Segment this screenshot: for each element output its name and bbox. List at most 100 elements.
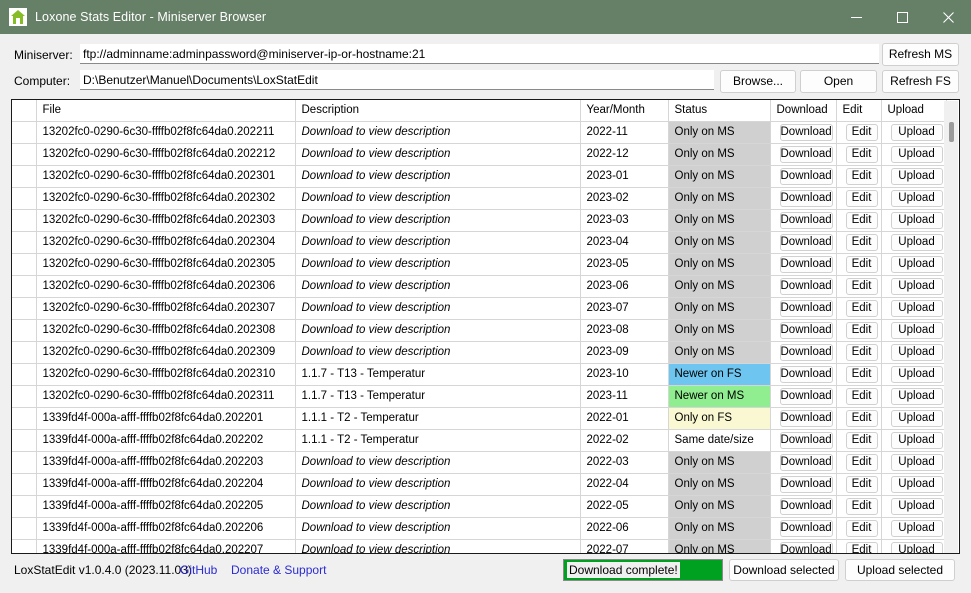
row-edit-button[interactable]: Edit: [845, 277, 878, 295]
row-edit-button[interactable]: Edit: [845, 189, 878, 207]
computer-path-input[interactable]: [80, 70, 714, 90]
open-button[interactable]: Open: [800, 70, 877, 93]
row-edit-button[interactable]: Edit: [845, 255, 878, 273]
row-edit-button[interactable]: Edit: [845, 541, 878, 553]
row-edit-button[interactable]: Edit: [845, 431, 878, 449]
row-upload-button[interactable]: Upload: [890, 387, 943, 405]
column-header-status[interactable]: Status: [668, 100, 771, 122]
upload-selected-button[interactable]: Upload selected: [845, 559, 955, 581]
row-upload-button[interactable]: Upload: [890, 233, 943, 251]
row-edit-button[interactable]: Edit: [845, 365, 878, 383]
row-selector-cell[interactable]: [12, 253, 37, 276]
row-edit-button[interactable]: Edit: [845, 497, 878, 515]
row-selector-cell[interactable]: [12, 407, 37, 430]
table-row[interactable]: 13202fc0-0290-6c30-ffffb02f8fc64da0.2023…: [12, 341, 947, 364]
row-edit-button[interactable]: Edit: [845, 123, 878, 141]
row-selector-cell[interactable]: [12, 297, 37, 320]
row-upload-button[interactable]: Upload: [890, 167, 943, 185]
row-selector-cell[interactable]: [12, 121, 37, 144]
row-upload-button[interactable]: Upload: [890, 343, 943, 361]
column-header-upload[interactable]: Upload: [881, 100, 947, 122]
row-upload-button[interactable]: Upload: [890, 277, 943, 295]
table-row[interactable]: 13202fc0-0290-6c30-ffffb02f8fc64da0.2023…: [12, 231, 947, 254]
row-upload-button[interactable]: Upload: [890, 365, 943, 383]
row-upload-button[interactable]: Upload: [890, 211, 943, 229]
row-download-button[interactable]: Download: [779, 409, 833, 427]
row-edit-button[interactable]: Edit: [845, 299, 878, 317]
row-download-button[interactable]: Download: [779, 123, 833, 141]
table-row[interactable]: 1339fd4f-000a-afff-ffffb02f8fc64da0.2022…: [12, 429, 947, 452]
table-row[interactable]: 13202fc0-0290-6c30-ffffb02f8fc64da0.2023…: [12, 275, 947, 298]
table-row[interactable]: 1339fd4f-000a-afff-ffffb02f8fc64da0.2022…: [12, 495, 947, 518]
row-selector-cell[interactable]: [12, 143, 37, 166]
donate-link[interactable]: Donate & Support: [231, 563, 326, 577]
row-upload-button[interactable]: Upload: [890, 299, 943, 317]
row-selector-cell[interactable]: [12, 209, 37, 232]
row-download-button[interactable]: Download: [779, 343, 833, 361]
row-edit-button[interactable]: Edit: [845, 387, 878, 405]
row-download-button[interactable]: Download: [779, 365, 833, 383]
refresh-ms-button[interactable]: Refresh MS: [882, 43, 959, 66]
row-download-button[interactable]: Download: [779, 497, 833, 515]
github-link[interactable]: GitHub: [180, 563, 217, 577]
file-grid[interactable]: File Description Year/Month Status Downl…: [11, 99, 960, 554]
row-download-button[interactable]: Download: [779, 189, 833, 207]
table-row[interactable]: 1339fd4f-000a-afff-ffffb02f8fc64da0.2022…: [12, 539, 947, 553]
row-upload-button[interactable]: Upload: [890, 453, 943, 471]
row-edit-button[interactable]: Edit: [845, 167, 878, 185]
row-download-button[interactable]: Download: [779, 277, 833, 295]
row-upload-button[interactable]: Upload: [890, 145, 943, 163]
table-row[interactable]: 13202fc0-0290-6c30-ffffb02f8fc64da0.2023…: [12, 253, 947, 276]
row-selector-cell[interactable]: [12, 319, 37, 342]
row-upload-button[interactable]: Upload: [890, 431, 943, 449]
row-upload-button[interactable]: Upload: [890, 321, 943, 339]
row-selector-cell[interactable]: [12, 539, 37, 553]
row-download-button[interactable]: Download: [779, 475, 833, 493]
row-selector-cell[interactable]: [12, 517, 37, 540]
row-selector-cell[interactable]: [12, 451, 37, 474]
miniserver-input[interactable]: [80, 44, 879, 64]
refresh-fs-button[interactable]: Refresh FS: [882, 70, 959, 93]
table-row[interactable]: 13202fc0-0290-6c30-ffffb02f8fc64da0.2023…: [12, 319, 947, 342]
row-edit-button[interactable]: Edit: [845, 453, 878, 471]
table-row[interactable]: 13202fc0-0290-6c30-ffffb02f8fc64da0.2023…: [12, 297, 947, 320]
row-upload-button[interactable]: Upload: [890, 497, 943, 515]
row-selector-cell[interactable]: [12, 275, 37, 298]
table-row[interactable]: 1339fd4f-000a-afff-ffffb02f8fc64da0.2022…: [12, 517, 947, 540]
row-selector-cell[interactable]: [12, 385, 37, 408]
table-row[interactable]: 13202fc0-0290-6c30-ffffb02f8fc64da0.2023…: [12, 209, 947, 232]
row-edit-button[interactable]: Edit: [845, 211, 878, 229]
browse-button[interactable]: Browse...: [720, 70, 796, 93]
table-row[interactable]: 1339fd4f-000a-afff-ffffb02f8fc64da0.2022…: [12, 473, 947, 496]
grid-scrollbar-thumb[interactable]: [949, 122, 954, 142]
close-icon[interactable]: [925, 0, 971, 34]
column-header-download[interactable]: Download: [770, 100, 837, 122]
row-download-button[interactable]: Download: [779, 519, 833, 537]
row-download-button[interactable]: Download: [779, 167, 833, 185]
row-selector-cell[interactable]: [12, 165, 37, 188]
table-row[interactable]: 13202fc0-0290-6c30-ffffb02f8fc64da0.2023…: [12, 363, 947, 386]
row-upload-button[interactable]: Upload: [890, 123, 943, 141]
row-edit-button[interactable]: Edit: [845, 343, 878, 361]
row-download-button[interactable]: Download: [779, 431, 833, 449]
row-selector-cell[interactable]: [12, 231, 37, 254]
row-selector-cell[interactable]: [12, 473, 37, 496]
row-download-button[interactable]: Download: [779, 255, 833, 273]
row-upload-button[interactable]: Upload: [890, 255, 943, 273]
row-upload-button[interactable]: Upload: [890, 541, 943, 553]
grid-vertical-scrollbar[interactable]: [944, 101, 958, 553]
minimize-icon[interactable]: [833, 0, 879, 34]
table-row[interactable]: 13202fc0-0290-6c30-ffffb02f8fc64da0.2023…: [12, 187, 947, 210]
row-edit-button[interactable]: Edit: [845, 145, 878, 163]
table-row[interactable]: 13202fc0-0290-6c30-ffffb02f8fc64da0.2023…: [12, 385, 947, 408]
row-edit-button[interactable]: Edit: [845, 233, 878, 251]
row-download-button[interactable]: Download: [779, 299, 833, 317]
table-row[interactable]: 13202fc0-0290-6c30-ffffb02f8fc64da0.2023…: [12, 165, 947, 188]
row-selector-cell[interactable]: [12, 363, 37, 386]
row-upload-button[interactable]: Upload: [890, 189, 943, 207]
row-edit-button[interactable]: Edit: [845, 409, 878, 427]
row-selector-header[interactable]: [12, 100, 37, 122]
row-upload-button[interactable]: Upload: [890, 409, 943, 427]
table-row[interactable]: 1339fd4f-000a-afff-ffffb02f8fc64da0.2022…: [12, 407, 947, 430]
row-edit-button[interactable]: Edit: [845, 321, 878, 339]
